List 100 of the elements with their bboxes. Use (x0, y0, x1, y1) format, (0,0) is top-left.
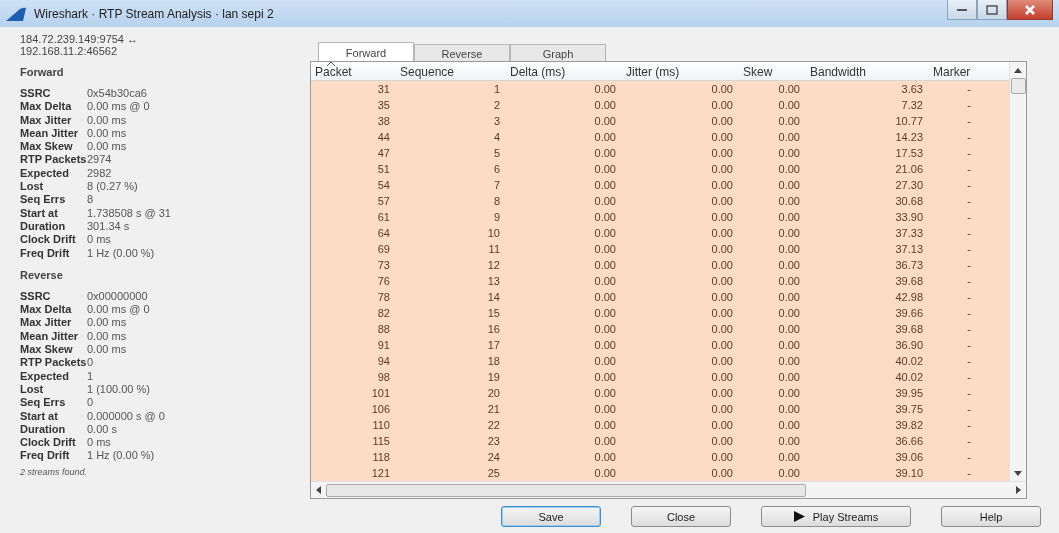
table-cell-text: 0.00 (710, 402, 734, 417)
table-cell-text: 0.00 (777, 290, 801, 305)
stat-value: 0.000000 s @ 0 (87, 409, 166, 423)
table-cell-text: 0.00 (710, 466, 734, 481)
table-cell-text: 10.77 (894, 114, 924, 129)
tab[interactable]: Reverse (414, 44, 510, 61)
dialog-button[interactable]: Save (501, 506, 601, 527)
table-cell-text: - (966, 258, 972, 273)
table-cell-text: 40.02 (894, 354, 924, 369)
column-header[interactable]: Packet (311, 62, 396, 80)
stat-label: Max Skew (20, 140, 74, 154)
table-cell-text: 0.00 (593, 274, 617, 289)
stat-label: Duration (20, 219, 67, 234)
table-cell-text: 0.00 (777, 354, 801, 369)
stat-label: Max Delta (20, 303, 73, 317)
table-cell-text: 0.00 (777, 146, 801, 161)
table-cell-text: - (966, 82, 972, 97)
table-cell-text: - (966, 434, 972, 449)
dialog-button[interactable]: Help (941, 506, 1041, 527)
table-cell-text: 0.00 (593, 258, 617, 273)
stat-label: Max Jitter (20, 113, 73, 127)
stat-label: Freq Drift (20, 246, 71, 260)
table-cell-text: 0.00 (593, 306, 617, 321)
stream-address: 184.72.239.149:9754 ↔ (20, 33, 140, 45)
horizontal-scrollbar[interactable] (311, 481, 1026, 498)
table-cell-text: 115 (371, 434, 391, 449)
stat-label: Start at (20, 206, 59, 220)
tab[interactable]: Forward (318, 42, 414, 61)
table-cell-text: - (966, 210, 972, 225)
table-cell-text: 39.10 (894, 466, 924, 481)
close-button[interactable] (1007, 0, 1053, 20)
stat-label: Clock Drift (20, 233, 77, 247)
scroll-thumb[interactable] (326, 483, 806, 497)
table-cell-text: 37.33 (894, 226, 924, 241)
table-cell-text: 0.00 (710, 130, 734, 145)
stat-value: 0 ms (87, 436, 112, 450)
stat-value: 8 (0.27 %) (87, 180, 139, 194)
table-cell-text: 0.00 (593, 146, 617, 161)
stat-label: Duration (20, 422, 67, 437)
table-cell-text: 3.63 (900, 82, 924, 97)
table-cell-text: 0.00 (710, 338, 734, 353)
table-cell-text: 0.00 (710, 370, 734, 385)
table-cell-text: 9 (492, 210, 501, 225)
table-cell-text: 0.00 (593, 370, 617, 385)
stat-label: Lost (20, 382, 45, 397)
minimize-button[interactable] (947, 0, 977, 20)
stat-label: RTP Packets (20, 153, 87, 167)
column-header[interactable]: Skew (739, 62, 806, 80)
play-streams-button[interactable]: Play Streams (761, 506, 911, 527)
column-header[interactable]: Bandwidth (806, 62, 929, 80)
table-cell-text: 30.68 (894, 194, 924, 209)
table-cell-text: 0.00 (710, 194, 734, 209)
table-cell-text: - (966, 194, 972, 209)
table-cell-text: 0.00 (593, 322, 617, 337)
column-header[interactable]: Sequence (396, 62, 506, 80)
table-cell-text: 0.00 (593, 290, 617, 305)
column-header[interactable]: Jitter (ms) (622, 62, 739, 80)
table-cell-text: 91 (376, 338, 391, 353)
table-cell-text: 31 (376, 82, 391, 97)
table-cell-text: 27.30 (894, 178, 924, 193)
stat-value: 1 Hz (0.00 %) (87, 246, 156, 260)
table-cell-text: 17.53 (894, 146, 924, 161)
stat-label: Mean Jitter (20, 329, 80, 344)
scroll-thumb[interactable] (1010, 78, 1026, 94)
table-cell-text: 0.00 (777, 306, 801, 321)
stat-label: Lost (20, 180, 45, 194)
table-cell-text: 5 (492, 146, 501, 161)
table-cell-text: 0.00 (710, 354, 734, 369)
table-cell-text: 0.00 (777, 434, 801, 449)
table-cell-text: 0.00 (710, 242, 734, 257)
table-cell-text: 0.00 (593, 386, 617, 401)
table-cell-text: 0.00 (710, 290, 734, 305)
dialog-button[interactable]: Close (631, 506, 731, 527)
table-cell-text: - (966, 418, 972, 433)
stat-value: 8 (87, 193, 95, 207)
table-cell-text: 40.02 (894, 370, 924, 385)
table-cell-text: 0.00 (710, 258, 734, 273)
play-icon (793, 511, 805, 522)
tab[interactable]: Graph (510, 44, 606, 61)
table-cell-text: 38 (376, 114, 391, 129)
column-header[interactable]: Delta (ms) (506, 62, 622, 80)
table-cell-text: - (966, 450, 972, 465)
table-cell-text: - (966, 354, 972, 369)
table-cell-text: 54 (376, 178, 391, 193)
column-header[interactable]: Marker (929, 62, 1009, 80)
maximize-button[interactable] (977, 0, 1007, 20)
stat-label: Expected (20, 369, 70, 383)
stat-value: 0.00 s (87, 422, 118, 437)
table-cell-text: 94 (376, 354, 391, 369)
table-cell-text: 0.00 (777, 242, 801, 257)
vertical-scrollbar[interactable] (1009, 62, 1026, 481)
table-cell-text: 0.00 (710, 98, 734, 113)
stat-label: Seq Errs (20, 193, 67, 207)
stat-label: Mean Jitter (20, 126, 80, 141)
stat-value: 0.00 ms (87, 126, 128, 141)
table-cell-text: 0.00 (593, 162, 617, 177)
table-cell-text: 39.68 (894, 274, 924, 289)
table-cell-text: 6 (492, 162, 501, 177)
table-cell-text: 0.00 (593, 466, 617, 481)
stream-address: 192.168.11.2:46562 (20, 45, 119, 57)
